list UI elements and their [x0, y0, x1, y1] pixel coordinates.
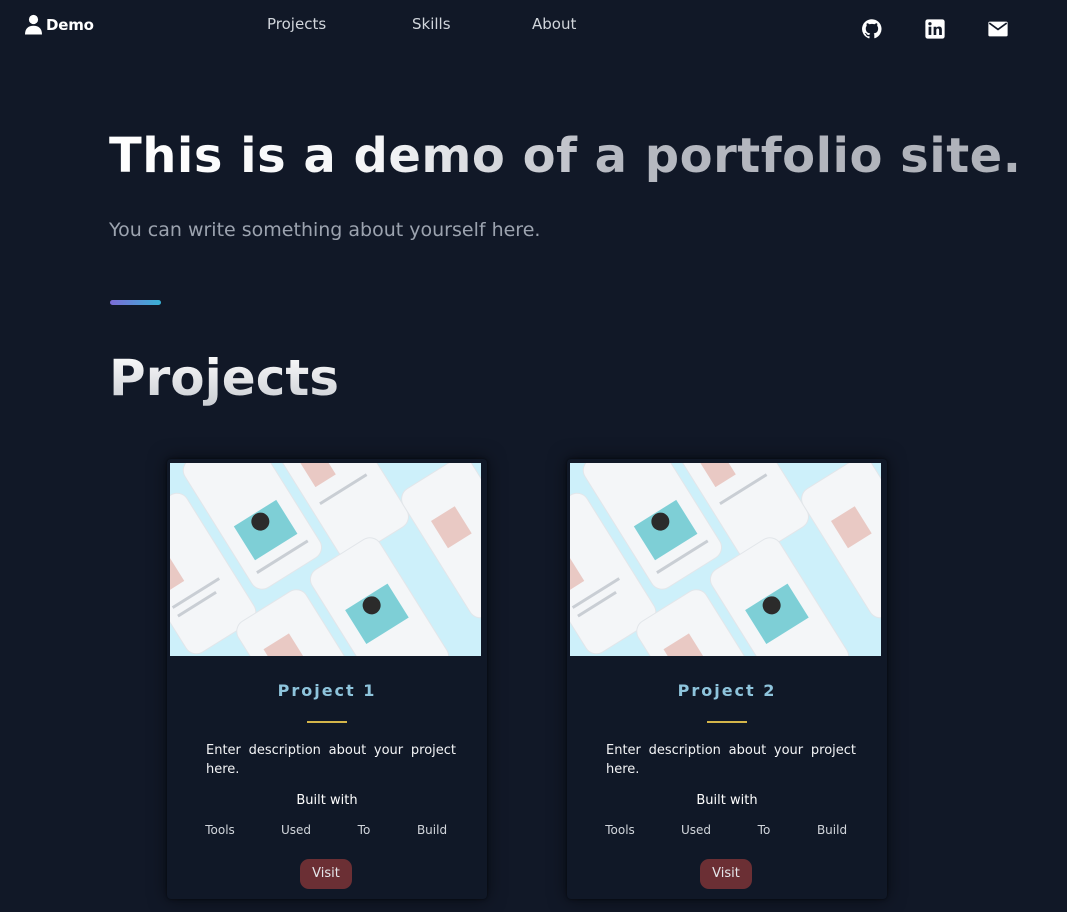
project-card-1: Project 1 Enter description about your p…	[167, 459, 487, 899]
github-icon[interactable]	[861, 18, 883, 40]
tool-item: Used	[280, 823, 312, 837]
projects-heading: Projects	[109, 349, 340, 407]
project-thumbnail	[170, 463, 481, 656]
project-description: Enter description about your project her…	[206, 743, 456, 777]
brand-logo[interactable]: Demo	[24, 14, 94, 35]
section-divider	[110, 300, 161, 305]
mail-icon[interactable]	[987, 18, 1009, 40]
project-thumbnail	[570, 463, 881, 656]
tool-item: Tools	[205, 823, 235, 837]
visit-button[interactable]: Visit	[700, 859, 752, 889]
project-description: Enter description about your project her…	[606, 743, 856, 777]
project-title: Project 2	[677, 681, 777, 700]
person-icon	[25, 14, 42, 35]
visit-button[interactable]: Visit	[300, 859, 352, 889]
tool-item: To	[757, 823, 771, 837]
tool-item: Used	[680, 823, 712, 837]
page: Demo Projects Skills About This is a dem…	[0, 0, 1067, 912]
tool-item: Build	[816, 823, 848, 837]
tool-item: Tools	[605, 823, 635, 837]
hero-subtitle: You can write something about yourself h…	[109, 219, 541, 241]
nav-link-skills[interactable]: Skills	[412, 15, 451, 33]
nav-link-about[interactable]: About	[532, 15, 576, 33]
tool-item: Build	[416, 823, 448, 837]
built-with-label: Built with	[696, 793, 758, 808]
hero-title: This is a demo of a portfolio site.	[109, 128, 1022, 184]
title-underline	[707, 721, 747, 723]
project-card-2: Project 2 Enter description about your p…	[567, 459, 887, 899]
nav-link-projects[interactable]: Projects	[267, 15, 326, 33]
title-underline	[307, 721, 347, 723]
tool-item: To	[357, 823, 371, 837]
linkedin-icon[interactable]	[924, 18, 946, 40]
brand-name: Demo	[46, 15, 94, 34]
built-with-label: Built with	[296, 793, 358, 808]
project-title: Project 1	[277, 681, 377, 700]
